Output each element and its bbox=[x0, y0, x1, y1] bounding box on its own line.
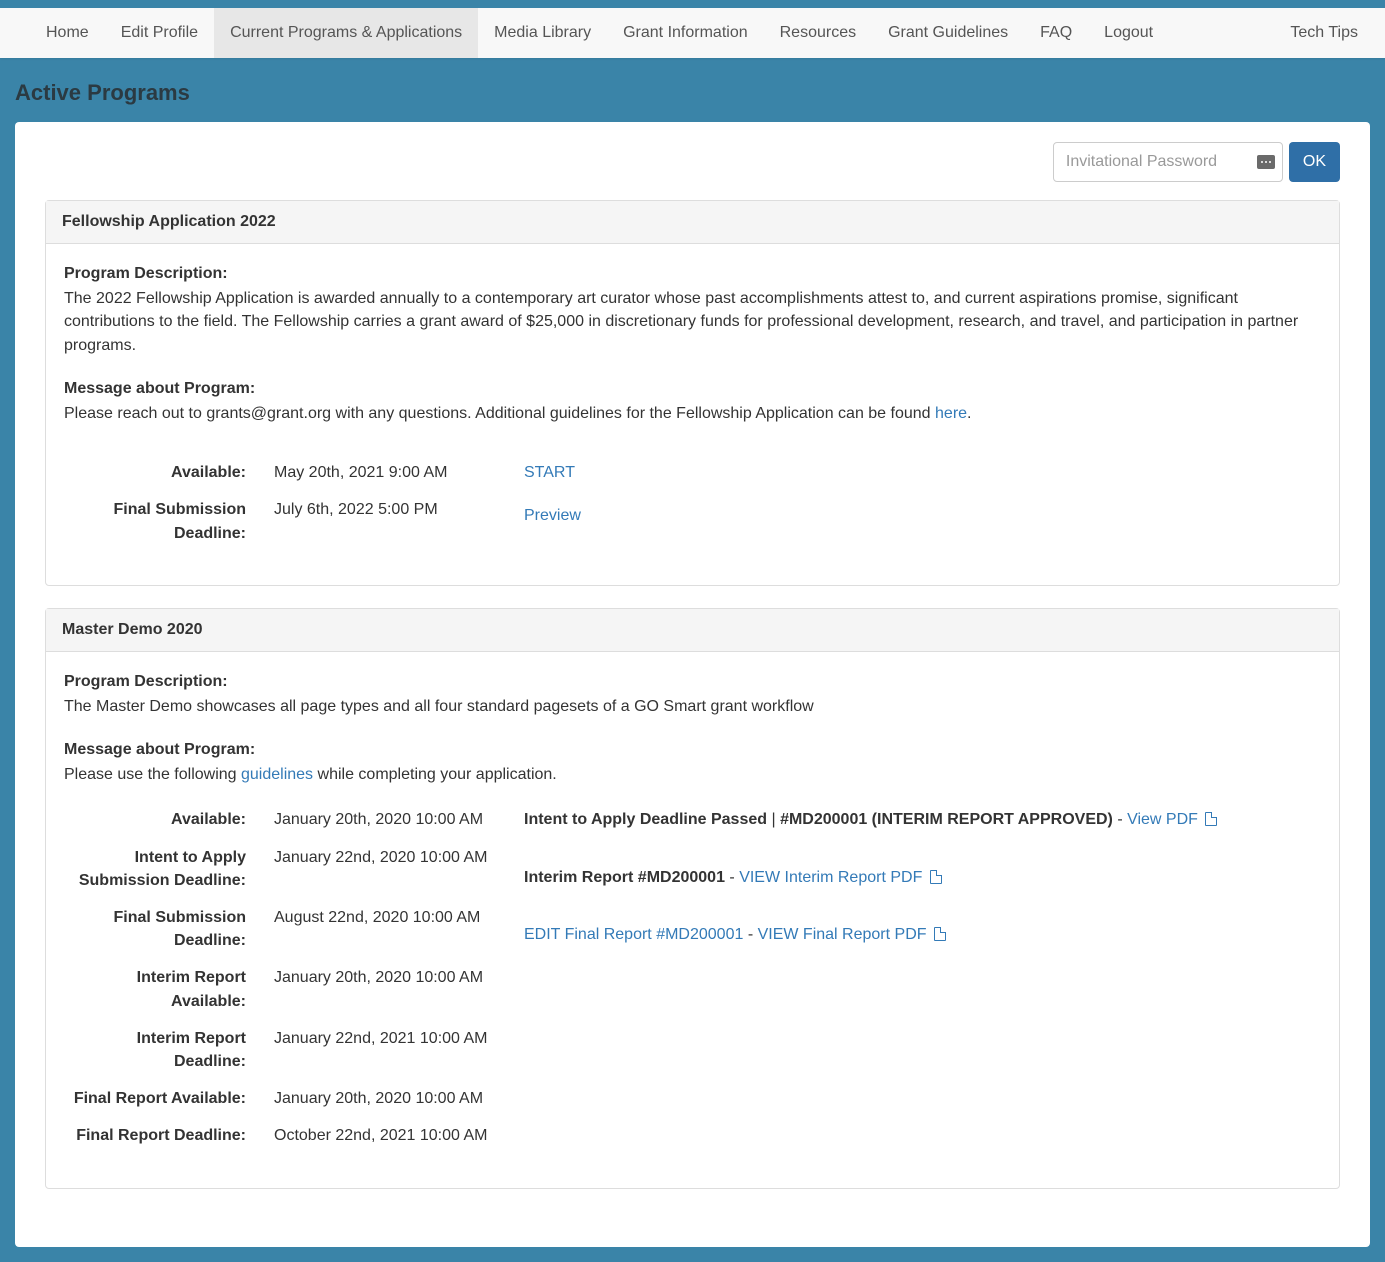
nav-home[interactable]: Home bbox=[30, 8, 105, 58]
nav-grant-guidelines[interactable]: Grant Guidelines bbox=[872, 8, 1024, 58]
main-card: OK Fellowship Application 2022 Program D… bbox=[15, 122, 1370, 1247]
desc-text: The 2022 Fellowship Application is award… bbox=[64, 287, 1321, 357]
nav-current-programs[interactable]: Current Programs & Applications bbox=[214, 8, 478, 58]
msg-text: Please use the following guidelines whil… bbox=[64, 763, 1321, 786]
dates-column: Available:January 20th, 2020 10:00 AM In… bbox=[64, 808, 494, 1161]
date-label: Final Submission Deadline: bbox=[64, 498, 274, 544]
nav-media-library[interactable]: Media Library bbox=[478, 8, 607, 58]
date-label: Final Report Available: bbox=[64, 1087, 274, 1110]
top-nav: Home Edit Profile Current Programs & App… bbox=[0, 0, 1385, 58]
desc-label: Program Description: bbox=[64, 262, 1321, 285]
pdf-icon bbox=[934, 927, 946, 941]
view-final-report-link[interactable]: VIEW Final Report PDF bbox=[758, 926, 927, 943]
date-value: July 6th, 2022 5:00 PM bbox=[274, 498, 438, 544]
actions-column: Intent to Apply Deadline Passed | #MD200… bbox=[524, 808, 1321, 1161]
msg-link-guidelines[interactable]: guidelines bbox=[241, 766, 313, 783]
actions-column: START Preview bbox=[524, 461, 1321, 559]
program-title: Master Demo 2020 bbox=[46, 609, 1339, 652]
date-label: Available: bbox=[64, 461, 274, 484]
desc-label: Program Description: bbox=[64, 670, 1321, 693]
program-panel: Fellowship Application 2022 Program Desc… bbox=[45, 200, 1340, 586]
date-value: May 20th, 2021 9:00 AM bbox=[274, 461, 447, 484]
invitational-row: OK bbox=[45, 142, 1340, 182]
program-panel: Master Demo 2020 Program Description: Th… bbox=[45, 608, 1340, 1189]
program-title: Fellowship Application 2022 bbox=[46, 201, 1339, 244]
msg-suffix: . bbox=[967, 405, 971, 422]
date-label: Final Report Deadline: bbox=[64, 1124, 274, 1147]
msg-label: Message about Program: bbox=[64, 377, 1321, 400]
password-autofill-icon[interactable] bbox=[1257, 155, 1275, 169]
status-line-2: Interim Report #MD200001 - VIEW Interim … bbox=[524, 866, 1321, 889]
desc-text: The Master Demo showcases all page types… bbox=[64, 695, 1321, 718]
date-value: January 20th, 2020 10:00 AM bbox=[274, 808, 483, 831]
nav-logout[interactable]: Logout bbox=[1088, 8, 1169, 58]
msg-label: Message about Program: bbox=[64, 738, 1321, 761]
nav-tech-tips[interactable]: Tech Tips bbox=[1278, 8, 1370, 58]
view-interim-report-link[interactable]: VIEW Interim Report PDF bbox=[739, 869, 922, 886]
intent-deadline-passed: Intent to Apply Deadline Passed bbox=[524, 811, 767, 828]
date-label: Available: bbox=[64, 808, 274, 831]
nav-faq[interactable]: FAQ bbox=[1024, 8, 1088, 58]
interim-report-id: Interim Report #MD200001 bbox=[524, 869, 725, 886]
dates-column: Available: May 20th, 2021 9:00 AM Final … bbox=[64, 461, 494, 559]
view-pdf-link[interactable]: View PDF bbox=[1127, 811, 1198, 828]
invitational-input-wrap bbox=[1053, 142, 1283, 182]
date-label: Interim Report Available: bbox=[64, 966, 274, 1012]
date-value: October 22nd, 2021 10:00 AM bbox=[274, 1124, 487, 1147]
date-value: January 22nd, 2021 10:00 AM bbox=[274, 1027, 488, 1073]
nav-grant-information[interactable]: Grant Information bbox=[607, 8, 764, 58]
pdf-icon bbox=[930, 870, 942, 884]
date-value: August 22nd, 2020 10:00 AM bbox=[274, 906, 480, 952]
preview-link[interactable]: Preview bbox=[524, 507, 581, 524]
msg-text: Please reach out to grants@grant.org wit… bbox=[64, 402, 1321, 425]
pdf-icon bbox=[1205, 812, 1217, 826]
start-link[interactable]: START bbox=[524, 464, 575, 481]
status-line-3: EDIT Final Report #MD200001 - VIEW Final… bbox=[524, 923, 1321, 946]
msg-prefix: Please use the following bbox=[64, 766, 241, 783]
application-id-status: #MD200001 (INTERIM REPORT APPROVED) bbox=[780, 811, 1113, 828]
ok-button[interactable]: OK bbox=[1289, 142, 1340, 182]
date-label: Interim Report Deadline: bbox=[64, 1027, 274, 1073]
msg-prefix: Please reach out to grants@grant.org wit… bbox=[64, 405, 935, 422]
nav-left: Home Edit Profile Current Programs & App… bbox=[30, 8, 1169, 58]
invitational-password-input[interactable] bbox=[1053, 142, 1283, 182]
date-value: January 22nd, 2020 10:00 AM bbox=[274, 846, 488, 892]
date-value: January 20th, 2020 10:00 AM bbox=[274, 1087, 483, 1110]
edit-final-report-link[interactable]: EDIT Final Report #MD200001 bbox=[524, 926, 743, 943]
msg-suffix: while completing your application. bbox=[313, 766, 557, 783]
nav-edit-profile[interactable]: Edit Profile bbox=[105, 8, 214, 58]
page-title: Active Programs bbox=[0, 58, 1385, 114]
status-line-1: Intent to Apply Deadline Passed | #MD200… bbox=[524, 808, 1321, 831]
date-label: Final Submission Deadline: bbox=[64, 906, 274, 952]
date-value: January 20th, 2020 10:00 AM bbox=[274, 966, 483, 1012]
date-label: Intent to Apply Submission Deadline: bbox=[64, 846, 274, 892]
msg-link-here[interactable]: here bbox=[935, 405, 967, 422]
nav-resources[interactable]: Resources bbox=[764, 8, 872, 58]
